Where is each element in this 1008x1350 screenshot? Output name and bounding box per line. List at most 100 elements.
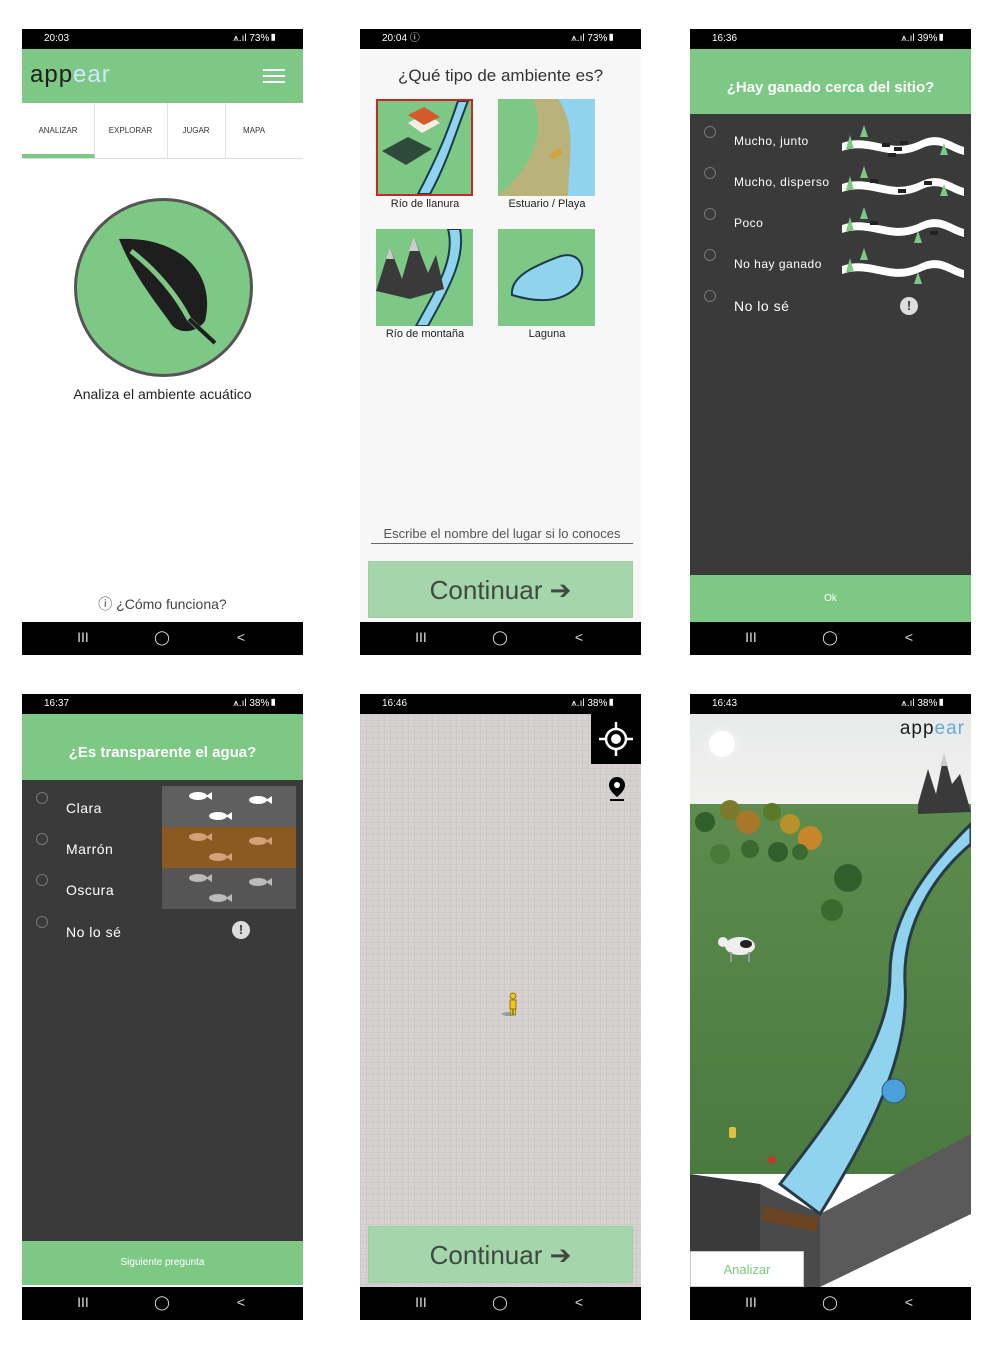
- env-option-plain-river[interactable]: [376, 99, 473, 196]
- radio-button[interactable]: [36, 833, 48, 845]
- tab-analizar[interactable]: ANALIZAR: [22, 103, 95, 158]
- env-label-lagoon: Laguna: [528, 328, 566, 340]
- nav-back[interactable]: <: [567, 1294, 591, 1310]
- lagoon-illustration: [510, 254, 584, 302]
- android-nav-bar: III ◯ <: [360, 622, 641, 655]
- next-question-button[interactable]: Siguiente pregunta: [22, 1241, 303, 1285]
- analyze-button[interactable]: [74, 198, 253, 377]
- android-nav-bar: III ◯ <: [360, 1287, 641, 1320]
- option-label: Marrón: [66, 841, 114, 857]
- android-nav-bar: III ◯ <: [22, 622, 303, 655]
- mountain-river-illustration: [376, 229, 463, 326]
- place-name-input[interactable]: Escribe el nombre del lugar si lo conoce…: [371, 526, 633, 544]
- tab-mapa[interactable]: MAPA: [225, 103, 283, 158]
- radio-button[interactable]: [704, 167, 716, 179]
- status-indicators: ⩚.ıl 73%▮: [571, 33, 615, 44]
- env-option-estuary[interactable]: [498, 99, 595, 196]
- status-indicators: ⩚.ıl 38%▮: [233, 698, 277, 709]
- radio-button[interactable]: [704, 249, 716, 261]
- phone-screen-river-scene: 16:43 ⩚.ıl 38%▮ appear Analizar III ◯ <: [690, 694, 971, 1320]
- environment-title: ¿Qué tipo de ambiente es?: [397, 66, 604, 85]
- person-icon[interactable]: [500, 992, 522, 1018]
- radio-button[interactable]: [704, 208, 716, 220]
- option-label: Clara: [66, 800, 102, 816]
- hamburger-menu-icon[interactable]: [263, 69, 285, 83]
- nav-recent-apps[interactable]: III: [739, 1294, 763, 1310]
- gps-target-icon[interactable]: [591, 714, 641, 764]
- exclamation-icon: !: [232, 921, 250, 939]
- app-header: appear: [22, 49, 303, 103]
- leaf-icon: [119, 238, 217, 345]
- nav-home[interactable]: ◯: [488, 629, 512, 646]
- nav-back[interactable]: <: [897, 629, 921, 645]
- tab-jugar[interactable]: JUGAR: [167, 103, 226, 158]
- map-pin-icon[interactable]: [608, 776, 626, 802]
- livestock-option-unknown[interactable]: No lo sé: [690, 290, 971, 324]
- exclamation-icon: !: [900, 297, 918, 315]
- nav-recent-apps[interactable]: III: [409, 629, 433, 645]
- tab-explorar[interactable]: EXPLORAR: [94, 103, 168, 158]
- analyze-caption: Analiza el ambiente acuático: [73, 386, 252, 402]
- radio-button[interactable]: [704, 290, 716, 302]
- nav-home[interactable]: ◯: [818, 1294, 842, 1311]
- status-time: 16:43: [712, 698, 738, 709]
- appear-logo: appear: [900, 718, 965, 740]
- radio-button[interactable]: [36, 874, 48, 886]
- estuary-illustration: [498, 99, 595, 196]
- main-tabs: ANALIZAR EXPLORAR JUGAR MAPA: [22, 103, 303, 159]
- nav-back[interactable]: <: [229, 629, 253, 645]
- phone-screen-water-clarity: 16:37 ⩚.ıl 38%▮ ¿Es transparente el agua…: [22, 694, 303, 1320]
- option-label: Mucho, disperso: [734, 175, 830, 189]
- status-bar: 20:04 ⓘ ⩚.ıl 73%▮: [360, 29, 641, 49]
- plain-river-illustration: [382, 101, 470, 194]
- option-label: Mucho, junto: [734, 134, 809, 148]
- logo-part-app: app: [899, 718, 935, 739]
- option-label: No lo sé: [66, 924, 122, 940]
- status-time: 16:36: [712, 33, 738, 44]
- android-nav-bar: III ◯ <: [22, 1287, 303, 1320]
- logo-part-ear: ear: [73, 61, 111, 88]
- nav-home[interactable]: ◯: [488, 1294, 512, 1311]
- continue-button[interactable]: Continuar ➔: [368, 1226, 633, 1283]
- river-scene-illustration[interactable]: [690, 714, 971, 1287]
- phone-screen-environment: 20:04 ⓘ ⩚.ıl 73%▮ ¿Qué tipo de ambiente …: [360, 29, 641, 655]
- status-time: 16:37: [44, 698, 70, 709]
- radio-button[interactable]: [36, 792, 48, 804]
- option-label: No lo sé: [734, 298, 790, 314]
- livestock-question: ¿Hay ganado cerca del sitio?: [690, 49, 971, 114]
- analyze-button[interactable]: Analizar: [690, 1251, 804, 1287]
- status-bar: 16:37 ⩚.ıl 38%▮: [22, 694, 303, 714]
- env-option-lagoon[interactable]: [498, 229, 595, 326]
- nav-home[interactable]: ◯: [150, 1294, 174, 1311]
- nav-home[interactable]: ◯: [150, 629, 174, 646]
- ok-button[interactable]: Ok: [690, 575, 971, 622]
- status-bar: 20:03 ⩚.ıl 73%▮: [22, 29, 303, 49]
- nav-back[interactable]: <: [567, 629, 591, 645]
- radio-button[interactable]: [704, 126, 716, 138]
- nav-recent-apps[interactable]: III: [409, 1294, 433, 1310]
- status-time: 20:04 ⓘ: [382, 33, 420, 44]
- continue-button[interactable]: Continuar ➔: [368, 561, 633, 618]
- status-bar: 16:43 ⩚.ıl 38%▮: [690, 694, 971, 714]
- logo-part-ear: ear: [934, 718, 965, 739]
- env-label-mountain-river: Río de montaña: [385, 328, 465, 340]
- env-label-plain-river: Río de llanura: [390, 198, 460, 210]
- nav-recent-apps[interactable]: III: [71, 629, 95, 645]
- status-bar: 16:46 ⩚.ıl 38%▮: [360, 694, 641, 714]
- android-nav-bar: III ◯ <: [690, 622, 971, 655]
- option-label: No hay ganado: [734, 257, 822, 271]
- how-it-works-link[interactable]: ⓘ ¿Cómo funciona?: [22, 594, 303, 614]
- water-option-unknown[interactable]: No lo sé: [22, 916, 303, 950]
- nav-home[interactable]: ◯: [818, 629, 842, 646]
- nav-back[interactable]: <: [897, 1294, 921, 1310]
- radio-button[interactable]: [36, 916, 48, 928]
- nav-recent-apps[interactable]: III: [71, 1294, 95, 1310]
- status-indicators: ⩚.ıl 39%▮: [901, 33, 945, 44]
- status-bar: 16:36 ⩚.ıl 39%▮: [690, 29, 971, 49]
- status-indicators: ⩚.ıl 38%▮: [571, 698, 615, 709]
- nav-back[interactable]: <: [229, 1294, 253, 1310]
- livestock-river-illustrations: [842, 125, 964, 284]
- env-option-mountain-river[interactable]: [376, 229, 473, 326]
- nav-recent-apps[interactable]: III: [739, 629, 763, 645]
- status-time: 20:03: [44, 33, 70, 44]
